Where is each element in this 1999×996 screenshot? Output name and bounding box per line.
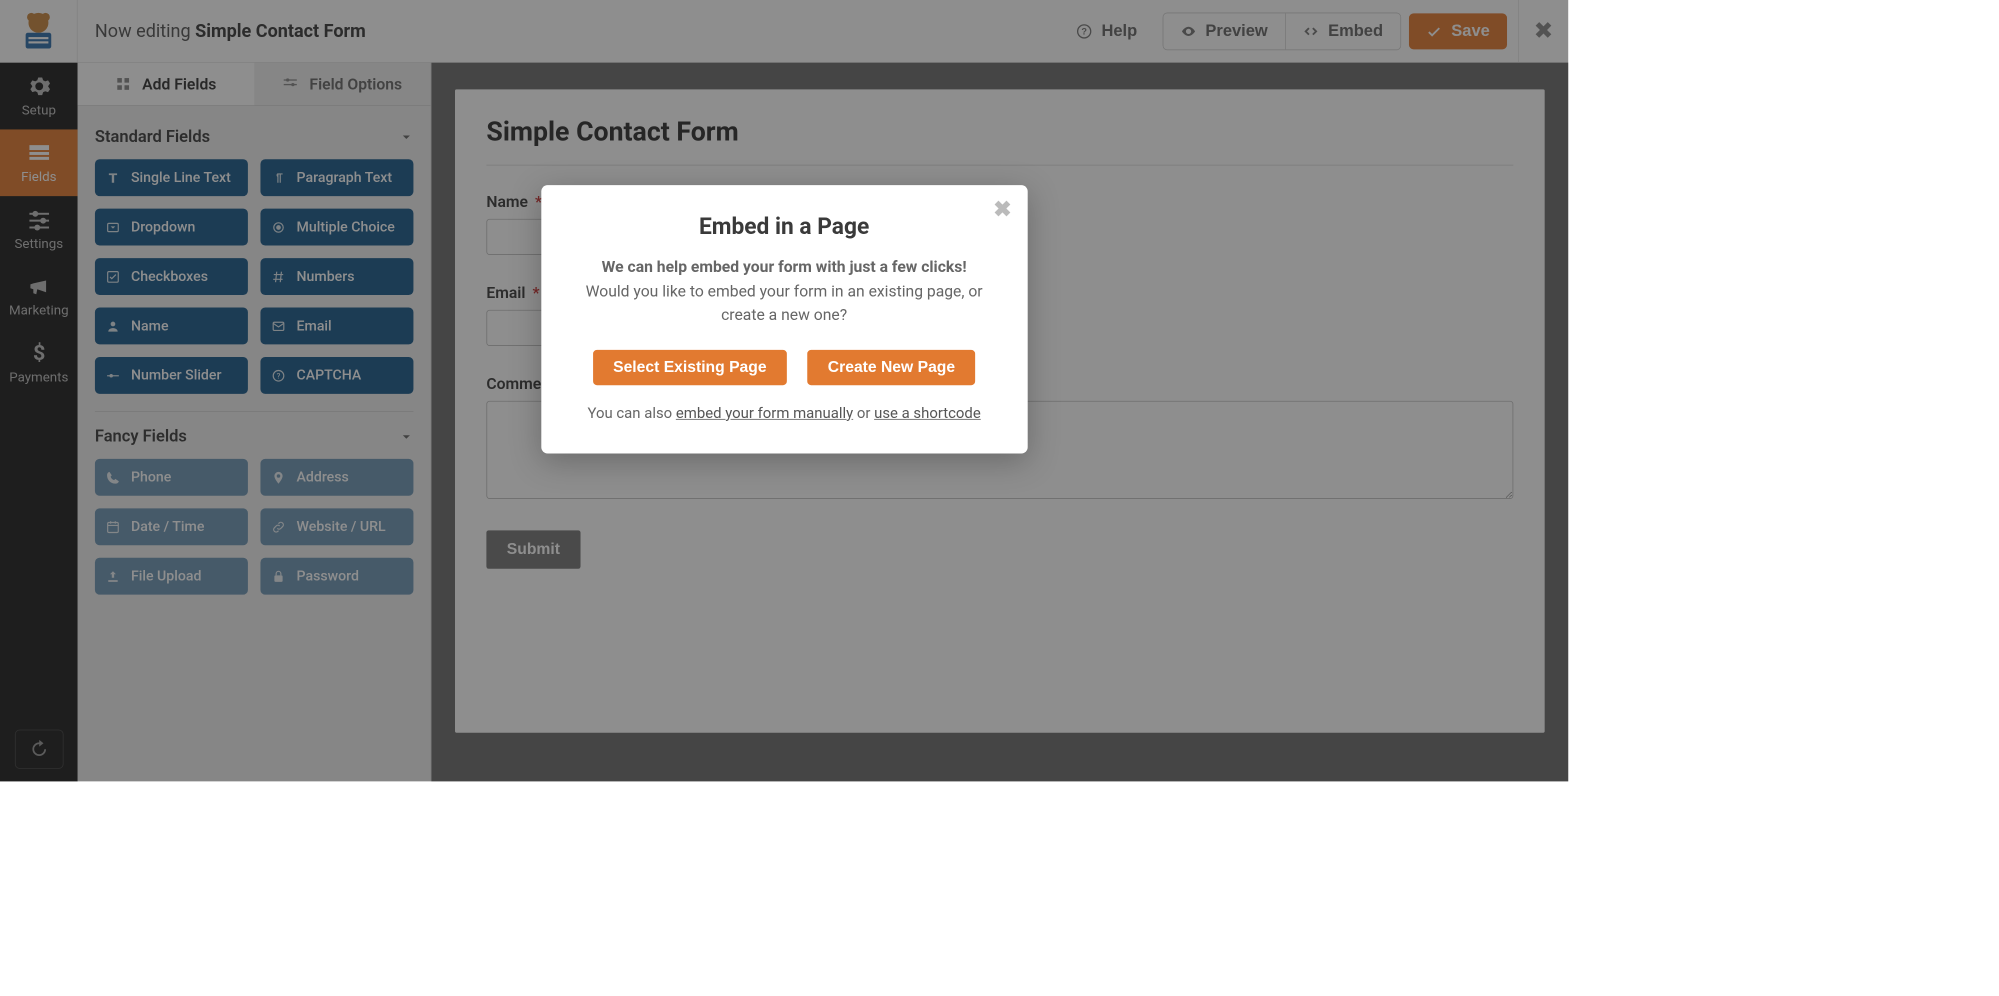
- close-icon: ✖: [993, 196, 1011, 222]
- modal-title: Embed in a Page: [580, 213, 988, 240]
- use-shortcode-link[interactable]: use a shortcode: [874, 404, 981, 422]
- modal-buttons: Select Existing Page Create New Page: [580, 350, 988, 385]
- modal-overlay[interactable]: ✖ Embed in a Page We can help embed your…: [0, 0, 1568, 781]
- modal-lead: We can help embed your form with just a …: [580, 257, 988, 276]
- select-existing-page-button[interactable]: Select Existing Page: [593, 350, 787, 385]
- create-new-page-button[interactable]: Create New Page: [807, 350, 975, 385]
- modal-subtext: Would you like to embed your form in an …: [580, 279, 988, 326]
- embed-manually-link[interactable]: embed your form manually: [676, 404, 853, 422]
- modal-close-button[interactable]: ✖: [993, 196, 1011, 222]
- modal-footer: You can also embed your form manually or…: [580, 404, 988, 422]
- embed-modal: ✖ Embed in a Page We can help embed your…: [541, 185, 1027, 453]
